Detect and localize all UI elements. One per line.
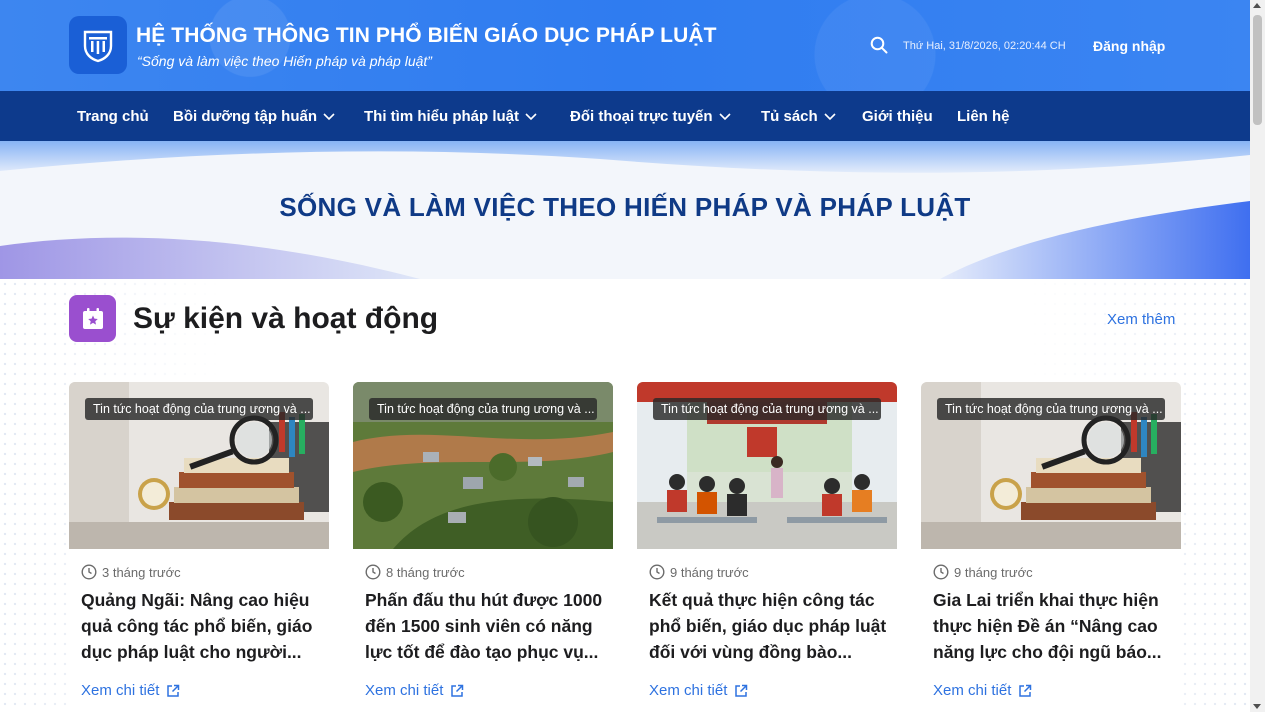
external-link-icon bbox=[451, 684, 464, 697]
view-detail-label: Xem chi tiết bbox=[933, 682, 1012, 699]
news-card[interactable]: Tin tức hoạt động của trung ương và ... … bbox=[921, 382, 1181, 712]
section-title: Sự kiện và hoạt động bbox=[133, 302, 439, 335]
see-more-link[interactable]: Xem thêm bbox=[1107, 311, 1175, 328]
main-nav: Trang chủ Bồi dưỡng tập huấn Thi tìm hiể… bbox=[0, 91, 1250, 141]
nav-item-about[interactable]: Giới thiệu bbox=[862, 91, 933, 141]
category-tag: Tin tức hoạt động của trung ương và ... bbox=[85, 398, 313, 420]
hero-banner: SỐNG VÀ LÀM VIỆC THEO HIẾN PHÁP VÀ PHÁP … bbox=[0, 141, 1250, 279]
view-detail-link[interactable]: Xem chi tiết bbox=[933, 682, 1032, 699]
nav-item-label: Trang chủ bbox=[77, 107, 149, 125]
category-tag: Tin tức hoạt động của trung ương và ... bbox=[937, 398, 1165, 420]
site-slogan: “Sống và làm việc theo Hiến pháp và pháp… bbox=[137, 53, 432, 69]
nav-item-label: Thi tìm hiểu pháp luật bbox=[364, 107, 519, 125]
chevron-down-icon bbox=[525, 113, 537, 121]
nav-item-label: Liên hệ bbox=[957, 107, 1010, 125]
time-label: 9 tháng trước bbox=[954, 564, 1033, 580]
post-time: 8 tháng trước bbox=[365, 564, 465, 580]
view-detail-link[interactable]: Xem chi tiết bbox=[365, 682, 464, 699]
scroll-down-arrow-icon[interactable] bbox=[1253, 704, 1261, 709]
nav-item-home[interactable]: Trang chủ bbox=[77, 91, 149, 141]
current-datetime: Thứ Hai, 31/8/2026, 02:20:44 CH bbox=[903, 40, 1066, 52]
nav-item-label: Đối thoại trực tuyến bbox=[570, 107, 713, 125]
search-icon[interactable] bbox=[870, 36, 888, 54]
card-title[interactable]: Kết quả thực hiện công tác phổ biến, giá… bbox=[649, 587, 889, 665]
external-link-icon bbox=[735, 684, 748, 697]
chevron-down-icon bbox=[718, 113, 731, 121]
clock-icon bbox=[933, 564, 949, 580]
view-detail-link[interactable]: Xem chi tiết bbox=[649, 682, 748, 699]
news-card[interactable]: Tin tức hoạt động của trung ương và ... … bbox=[637, 382, 897, 712]
nav-item-online-dialogue[interactable]: Đối thoại trực tuyến bbox=[570, 91, 731, 141]
nav-item-label: Bồi dưỡng tập huấn bbox=[173, 107, 318, 125]
clock-icon bbox=[81, 564, 97, 580]
external-link-icon bbox=[167, 684, 180, 697]
view-detail-link[interactable]: Xem chi tiết bbox=[81, 682, 180, 699]
page-scrollbar[interactable] bbox=[1250, 0, 1265, 712]
pillar-logo-icon[interactable] bbox=[69, 16, 127, 74]
nav-item-contact[interactable]: Liên hệ bbox=[957, 91, 1010, 141]
site-header: HỆ THỐNG THÔNG TIN PHỔ BIẾN GIÁO DỤC PHÁ… bbox=[0, 0, 1250, 91]
time-label: 8 tháng trước bbox=[386, 564, 465, 580]
time-label: 9 tháng trước bbox=[670, 564, 749, 580]
view-detail-label: Xem chi tiết bbox=[81, 682, 160, 699]
site-title[interactable]: HỆ THỐNG THÔNG TIN PHỔ BIẾN GIÁO DỤC PHÁ… bbox=[136, 24, 717, 48]
post-time: 9 tháng trước bbox=[933, 564, 1033, 580]
view-detail-label: Xem chi tiết bbox=[365, 682, 444, 699]
clock-icon bbox=[649, 564, 665, 580]
chevron-down-icon bbox=[824, 113, 836, 121]
clock-icon bbox=[365, 564, 381, 580]
nav-item-label: Tủ sách bbox=[761, 107, 818, 125]
news-card[interactable]: Tin tức hoạt động của trung ương và ... … bbox=[353, 382, 613, 712]
banner-title: SỐNG VÀ LÀM VIỆC THEO HIẾN PHÁP VÀ PHÁP … bbox=[279, 192, 971, 222]
card-title[interactable]: Quảng Ngãi: Nâng cao hiệu quả công tác p… bbox=[81, 587, 321, 665]
post-time: 9 tháng trước bbox=[649, 564, 749, 580]
login-link[interactable]: Đăng nhập bbox=[1093, 38, 1165, 54]
external-link-icon bbox=[1019, 684, 1032, 697]
nav-item-label: Giới thiệu bbox=[862, 107, 933, 125]
scroll-up-arrow-icon[interactable] bbox=[1253, 3, 1261, 8]
post-time: 3 tháng trước bbox=[81, 564, 181, 580]
card-title[interactable]: Gia Lai triển khai thực hiện thực hiện Đ… bbox=[933, 587, 1173, 665]
scrollbar-thumb[interactable] bbox=[1253, 15, 1262, 125]
nav-item-training[interactable]: Bồi dưỡng tập huấn bbox=[173, 91, 335, 141]
category-tag: Tin tức hoạt động của trung ương và ... bbox=[653, 398, 881, 420]
category-tag: Tin tức hoạt động của trung ương và ... bbox=[369, 398, 597, 420]
nav-item-bookshelf[interactable]: Tủ sách bbox=[761, 91, 836, 141]
view-detail-label: Xem chi tiết bbox=[649, 682, 728, 699]
news-card[interactable]: Tin tức hoạt động của trung ương và ... … bbox=[69, 382, 329, 712]
card-title[interactable]: Phấn đấu thu hút được 1000 đến 1500 sinh… bbox=[365, 587, 605, 665]
nav-item-law-contest[interactable]: Thi tìm hiểu pháp luật bbox=[364, 91, 537, 141]
time-label: 3 tháng trước bbox=[102, 564, 181, 580]
chevron-down-icon bbox=[323, 113, 335, 121]
calendar-star-icon bbox=[69, 295, 116, 342]
